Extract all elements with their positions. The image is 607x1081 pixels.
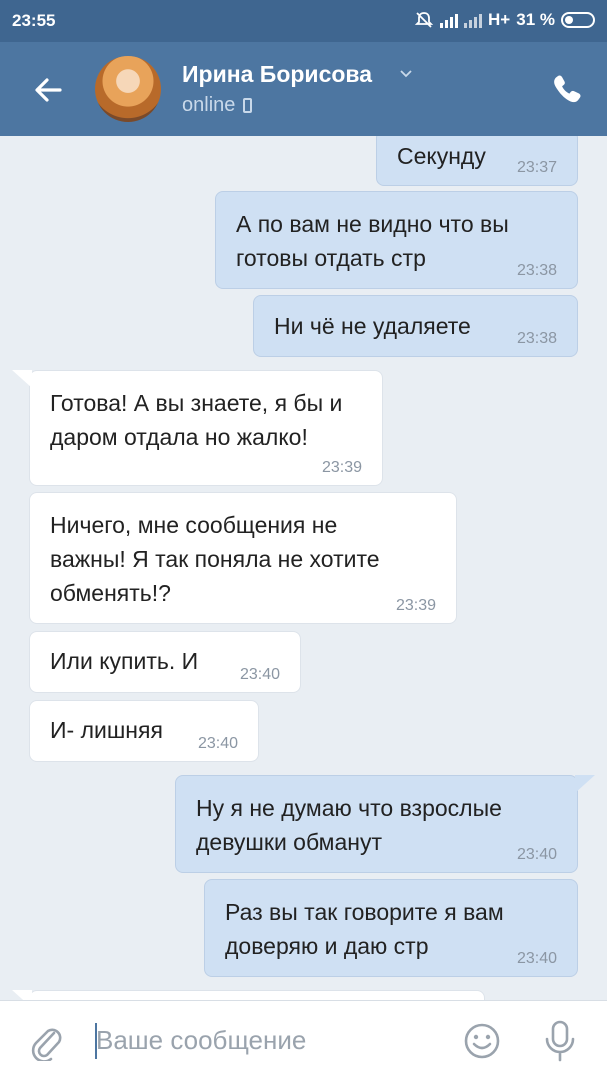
chevron-down-icon[interactable] — [400, 70, 412, 78]
message-incoming[interactable]: И- лишняя 23:40 — [29, 700, 259, 762]
smile-icon[interactable] — [462, 1021, 502, 1061]
bubble-tail — [12, 370, 32, 388]
message-text: А по вам не видно что вы готовы отдать с… — [236, 211, 509, 271]
message-text: Ни чё не удаляете — [274, 313, 471, 339]
status-bar: 23:55 H+ 31 % — [0, 0, 607, 42]
message-time: 23:39 — [395, 597, 436, 614]
message-text: Раз вы так говорите я вам доверяю и даю … — [225, 899, 504, 959]
arrow-left-icon[interactable] — [30, 72, 66, 108]
network-type: H+ — [488, 10, 511, 29]
avatar[interactable] — [95, 56, 161, 122]
message-incoming[interactable]: Или купить. И 23:40 — [29, 631, 301, 693]
contact-name[interactable]: Ирина Борисова — [182, 61, 372, 88]
microphone-icon[interactable] — [542, 1019, 578, 1063]
message-composer: Ваше сообщение — [0, 1000, 607, 1081]
message-text: Готова! А вы знаете, я бы и даром отдала… — [50, 390, 343, 450]
message-outgoing[interactable]: Ни чё не удаляете 23:38 — [253, 295, 578, 357]
message-list[interactable]: Секунду 23:37 А по вам не видно что вы г… — [0, 136, 607, 1000]
message-outgoing[interactable]: А по вам не видно что вы готовы отдать с… — [215, 191, 578, 289]
bubble-tail — [575, 775, 595, 793]
message-outgoing[interactable]: Раз вы так говорите я вам доверяю и даю … — [204, 879, 578, 977]
message-time: 23:39 — [321, 459, 362, 476]
message-time: 23:37 — [516, 159, 557, 176]
message-time: 23:38 — [516, 262, 557, 279]
message-text: Ничего, мне сообщения не важны! Я так по… — [50, 512, 380, 606]
message-incoming[interactable]: Ничего, мне сообщения не важны! Я так по… — [29, 492, 457, 624]
paperclip-icon[interactable] — [28, 1021, 64, 1061]
message-time: 23:38 — [516, 330, 557, 347]
signal-icon — [464, 12, 483, 28]
message-outgoing[interactable]: Ну я не думаю что взрослые девушки обман… — [175, 775, 578, 873]
message-incoming[interactable]: Готова! А вы знаете, я бы и даром отдала… — [29, 370, 383, 486]
signal-icon — [440, 12, 459, 28]
battery-icon — [561, 12, 595, 28]
message-incoming-partial[interactable] — [29, 990, 485, 1000]
message-time: 23:40 — [239, 666, 280, 683]
message-text: Ну я не думаю что взрослые девушки обман… — [196, 795, 502, 855]
status-time: 23:55 — [12, 11, 56, 30]
presence-status: online — [182, 94, 253, 117]
status-icons: H+ 31 % — [414, 10, 595, 30]
message-time: 23:40 — [516, 950, 557, 967]
bubble-tail — [12, 990, 32, 1000]
message-time: 23:40 — [516, 846, 557, 863]
message-time: 23:40 — [197, 735, 238, 752]
message-outgoing[interactable]: Секунду 23:37 — [376, 136, 578, 186]
phone-icon[interactable] — [550, 72, 584, 106]
presence-label: online — [182, 94, 236, 116]
mute-bell-icon — [414, 12, 434, 28]
battery-percent: 31 % — [516, 10, 555, 29]
message-input[interactable]: Ваше сообщение — [96, 1025, 306, 1056]
chat-header: Ирина Борисова online — [0, 42, 607, 136]
mobile-device-icon — [243, 98, 253, 113]
